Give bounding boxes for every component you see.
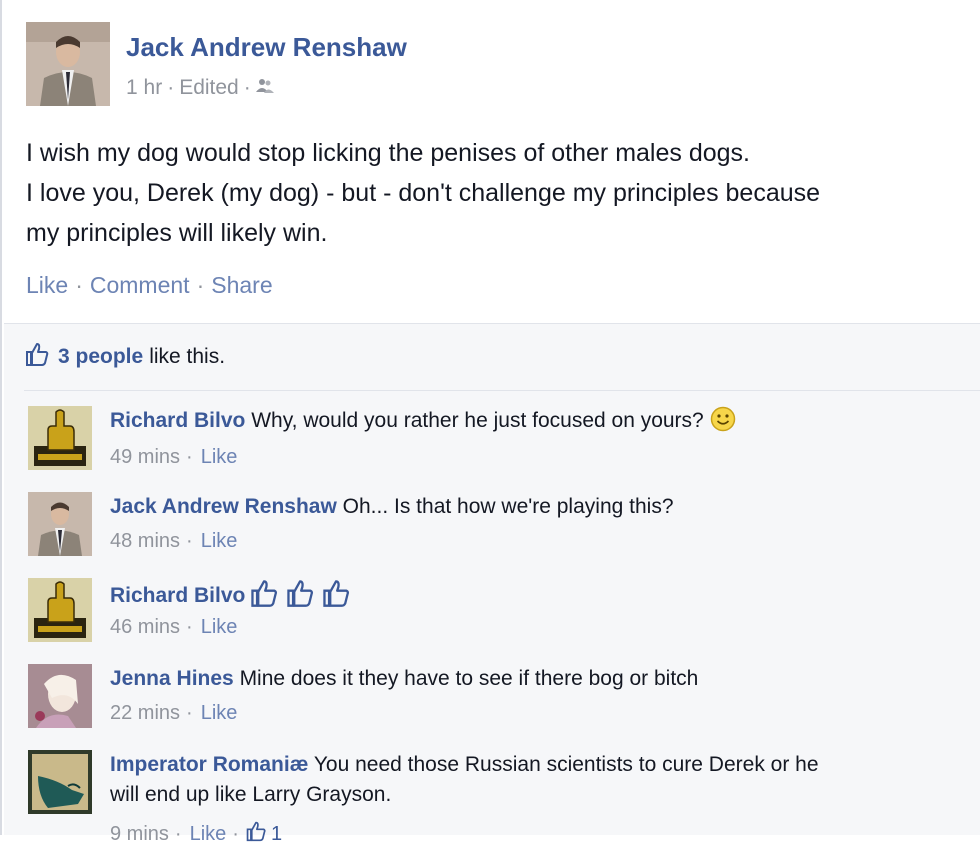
commenter-avatar[interactable] <box>28 406 92 470</box>
thumbs-up-icon <box>24 341 50 373</box>
comment-body: Oh... Is that how we're playing this? <box>342 495 674 518</box>
comment-like-link[interactable]: Like <box>201 530 238 553</box>
post-body-line: my principles will likely win. <box>26 219 328 247</box>
friends-icon[interactable] <box>255 76 274 100</box>
smiley-icon <box>710 406 736 441</box>
commenter-avatar[interactable] <box>28 750 92 814</box>
comment-like-link[interactable]: Like <box>201 702 238 725</box>
comments-section: 3 people like this. Richard Bilvo Why, w… <box>4 324 980 845</box>
post-time[interactable]: 1 hr <box>126 76 162 100</box>
comment-author[interactable]: Jenna Hines <box>110 667 234 690</box>
author-name[interactable]: Jack Andrew Renshaw <box>126 32 407 63</box>
commenter-avatar[interactable] <box>28 492 92 556</box>
comment-text: Richard Bilvo <box>110 578 980 617</box>
post-body: I wish my dog would stop licking the pen… <box>26 133 976 253</box>
comment-author[interactable]: Richard Bilvo <box>110 584 245 607</box>
comment-like-link[interactable]: Like <box>190 823 227 846</box>
comment-like-count[interactable]: 1 <box>271 823 282 846</box>
comment-time[interactable]: 46 mins <box>110 616 180 639</box>
comment-body: Why, would you rather he just focused on… <box>251 409 704 432</box>
post-body-line: I love you, Derek (my dog) - but - don't… <box>26 179 821 207</box>
divider <box>24 390 980 391</box>
comment-body: Mine does it they have to see if there b… <box>239 667 699 690</box>
comment-text: Imperator Romaniæ You need those Russian… <box>110 750 980 810</box>
commenter-avatar[interactable] <box>28 664 92 728</box>
comment-like-link[interactable]: Like <box>201 616 238 639</box>
comment-time[interactable]: 22 mins <box>110 702 180 725</box>
comment-like-link[interactable]: Like <box>201 446 238 469</box>
thumbs-up-icon <box>283 578 317 617</box>
likes-count-link[interactable]: 3 people <box>58 345 143 369</box>
comment-meta: 9 mins · Like · 1 <box>110 820 282 848</box>
comment-text: Jack Andrew Renshaw Oh... Is that how we… <box>110 492 980 522</box>
comment-time[interactable]: 48 mins <box>110 530 180 553</box>
comment-meta: 48 mins · Like <box>110 530 238 553</box>
comment-meta: 49 mins · Like <box>110 446 238 469</box>
likes-text: like this. <box>149 345 226 368</box>
author-avatar[interactable] <box>26 22 110 106</box>
share-link[interactable]: Share <box>211 272 272 299</box>
thumbs-up-icon <box>245 820 267 848</box>
post-meta: 1 hr · Edited · <box>126 76 274 100</box>
likes-summary: 3 people like this. <box>24 342 225 372</box>
thumbs-up-icon <box>247 578 281 617</box>
thumbs-up-icon <box>319 578 353 617</box>
comment-link[interactable]: Comment <box>90 272 190 299</box>
comment-meta: 46 mins · Like <box>110 616 238 639</box>
comment-text: Richard Bilvo Why, would you rather he j… <box>110 406 980 441</box>
comment-meta: 22 mins · Like <box>110 702 238 725</box>
post-body-line: I wish my dog would stop licking the pen… <box>26 139 750 167</box>
commenter-avatar[interactable] <box>28 578 92 642</box>
post-actions: Like · Comment · Share <box>26 272 273 299</box>
comment-body-continued: will end up like Larry Grayson. <box>110 783 392 806</box>
post-card: Jack Andrew Renshaw 1 hr · Edited · I wi… <box>0 0 980 845</box>
like-link[interactable]: Like <box>26 272 68 299</box>
comment-author[interactable]: Richard Bilvo <box>110 409 245 432</box>
comment-author[interactable]: Imperator Romaniæ <box>110 753 308 776</box>
comment-time[interactable]: 9 mins <box>110 823 169 846</box>
comment-author[interactable]: Jack Andrew Renshaw <box>110 495 337 518</box>
comment-body: You need those Russian scientists to cur… <box>313 753 819 776</box>
edited-label[interactable]: Edited <box>179 76 239 100</box>
comment-text: Jenna Hines Mine does it they have to se… <box>110 664 980 694</box>
comment-time[interactable]: 49 mins <box>110 446 180 469</box>
